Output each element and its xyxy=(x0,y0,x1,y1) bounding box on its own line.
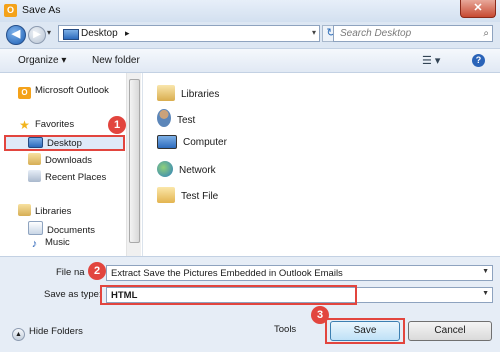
search-placeholder: Search Desktop xyxy=(340,28,412,39)
window-title: Save As xyxy=(22,4,61,16)
sidebar-item-libraries[interactable]: Libraries xyxy=(18,204,71,217)
file-item-computer[interactable]: Computer xyxy=(157,135,227,149)
close-button[interactable]: ✕ xyxy=(460,0,496,18)
tools-menu[interactable]: Tools xyxy=(274,324,296,335)
sidebar-item-desktop[interactable]: Desktop xyxy=(28,137,82,149)
sidebar-item-label: Libraries xyxy=(35,206,72,217)
recent-places-icon xyxy=(28,170,41,182)
network-icon xyxy=(157,161,173,177)
file-item-label: Test File xyxy=(181,191,219,202)
outlook-icon: O xyxy=(4,4,17,17)
sidebar-item-label: Documents xyxy=(47,225,96,236)
sidebar-item-favorites[interactable]: ★ Favorites xyxy=(18,119,74,131)
libraries-icon xyxy=(18,204,31,216)
file-item-test-file[interactable]: Test File xyxy=(157,187,218,203)
hide-folders-label: Hide Folders xyxy=(29,326,83,337)
outlook-icon: O xyxy=(18,87,31,99)
file-item-libraries[interactable]: Libraries xyxy=(157,85,219,101)
music-icon: ♪ xyxy=(31,238,38,250)
step-badge-1: 1 xyxy=(108,116,126,134)
step-badge-2: 2 xyxy=(88,262,106,280)
save-type-highlight-box xyxy=(100,285,357,305)
title-bar: O Save As ✕ xyxy=(0,0,500,22)
save-type-label: Save as type: xyxy=(44,289,102,300)
chevron-up-icon: ▲ xyxy=(12,328,25,341)
hide-folders-button[interactable]: ▲ Hide Folders xyxy=(12,326,83,341)
sidebar-item-label: Microsoft Outlook xyxy=(35,85,109,96)
user-folder-icon xyxy=(157,109,171,127)
file-name-field[interactable]: Extract Save the Pictures Embedded in Ou… xyxy=(106,265,493,281)
save-as-dialog: O Save As ✕ ◀ ▶ ▾ Desktop ▸ ▾ ↻ Search D… xyxy=(0,0,500,352)
command-toolbar: Organize ▾ New folder ☰ ▾ ? xyxy=(0,48,500,73)
forward-button[interactable]: ▶ xyxy=(28,26,46,44)
scrollbar-thumb[interactable] xyxy=(129,79,140,243)
desktop-icon xyxy=(28,137,43,148)
sidebar-item-label: Desktop xyxy=(47,138,82,149)
navigation-bar: ◀ ▶ ▾ Desktop ▸ ▾ ↻ Search Desktop ⌕ xyxy=(0,22,500,46)
desktop-icon xyxy=(63,29,79,40)
navigation-scrollbar[interactable] xyxy=(126,73,141,256)
computer-icon xyxy=(157,135,177,149)
folder-icon xyxy=(157,187,175,203)
sidebar-item-microsoft-outlook[interactable]: O Microsoft Outlook xyxy=(18,85,109,99)
cancel-button[interactable]: Cancel xyxy=(408,321,492,341)
search-icon: ⌕ xyxy=(483,28,489,39)
sidebar-item-label: Favorites xyxy=(35,119,75,130)
save-options-panel: File na Extract Save the Pictures Embedd… xyxy=(0,256,500,352)
file-item-label: Test xyxy=(177,115,196,126)
downloads-icon xyxy=(28,153,41,165)
libraries-icon xyxy=(157,85,175,101)
file-name-value[interactable]: Extract Save the Pictures Embedded in Ou… xyxy=(111,268,343,279)
save-type-dropdown-icon[interactable]: ▼ xyxy=(482,290,489,297)
navigation-pane: O Microsoft Outlook ★ Favorites Desktop Do… xyxy=(0,73,143,256)
file-list-pane: Libraries Test Computer Network Test Fil… xyxy=(143,73,500,256)
sidebar-item-recent-places[interactable]: Recent Places xyxy=(28,170,106,183)
address-dropdown-icon[interactable]: ▾ xyxy=(312,28,316,37)
file-item-network[interactable]: Network xyxy=(157,161,216,177)
new-folder-button[interactable]: New folder xyxy=(92,55,140,66)
address-path[interactable]: Desktop xyxy=(81,28,118,39)
save-highlight-box xyxy=(325,318,405,344)
sidebar-item-downloads[interactable]: Downloads xyxy=(28,153,92,166)
sidebar-item-label: Downloads xyxy=(45,155,92,166)
sidebar-item-label: Music xyxy=(45,237,70,248)
help-icon[interactable]: ? xyxy=(472,54,485,67)
tools-label: Tools xyxy=(274,324,297,335)
file-item-test[interactable]: Test xyxy=(157,109,195,127)
recent-pages-dropdown-icon[interactable]: ▾ xyxy=(47,28,51,37)
views-icon[interactable]: ☰ ▾ xyxy=(422,54,440,67)
address-bar[interactable]: Desktop ▸ ▾ xyxy=(58,25,320,42)
sidebar-item-label: Recent Places xyxy=(45,172,107,183)
sidebar-item-documents[interactable]: Documents xyxy=(28,221,95,236)
star-icon: ★ xyxy=(19,118,30,132)
file-item-label: Computer xyxy=(183,137,227,148)
search-input[interactable]: Search Desktop ⌕ xyxy=(333,25,493,42)
documents-icon xyxy=(28,221,43,235)
file-item-label: Network xyxy=(179,165,216,176)
file-name-label: File na xyxy=(56,267,85,278)
file-name-dropdown-icon[interactable]: ▼ xyxy=(482,268,489,275)
sidebar-item-music[interactable]: ♪ Music xyxy=(28,237,70,250)
back-button[interactable]: ◀ xyxy=(6,25,26,45)
organize-button[interactable]: Organize ▾ xyxy=(18,55,66,66)
step-badge-3: 3 xyxy=(311,306,329,324)
file-item-label: Libraries xyxy=(181,89,220,100)
path-separator-icon[interactable]: ▸ xyxy=(125,28,130,39)
